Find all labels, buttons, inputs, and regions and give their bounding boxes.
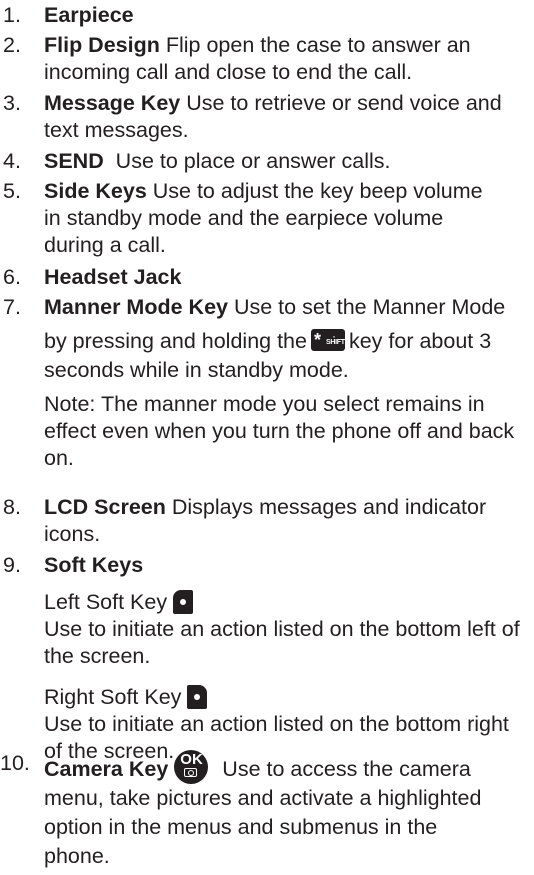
item-title: Flip Design xyxy=(44,33,160,57)
item-title: Manner Mode Key xyxy=(44,295,228,319)
item-number: 1. xyxy=(3,3,21,27)
item-text: phone. xyxy=(44,844,110,868)
item-text: option in the menus and submenus in the xyxy=(44,815,438,839)
item-title: LCD Screen xyxy=(44,495,166,519)
item-title: Camera Key xyxy=(44,757,169,781)
item-title: Soft Keys xyxy=(44,553,144,577)
item-text: Use to access the camera xyxy=(222,757,471,781)
left-soft-key-desc: Use to initiate an action listed on the … xyxy=(44,617,520,668)
ok-camera-key-icon: OK xyxy=(174,750,209,784)
item-text: by pressing and holding the xyxy=(44,329,307,353)
item-title: SEND xyxy=(44,149,104,173)
right-soft-key-label: Right Soft Key xyxy=(44,685,182,709)
item-number: 2. xyxy=(3,33,21,57)
item-title: Headset Jack xyxy=(44,265,182,289)
star-shift-key-icon: * · SHIFT xyxy=(310,329,345,351)
item-number: 8. xyxy=(3,495,21,519)
item-number: 3. xyxy=(3,91,21,115)
item-text: menu, take pictures and activate a highl… xyxy=(44,786,482,810)
item-number: 9. xyxy=(3,553,21,577)
note-text: Note: The manner mode you select remains… xyxy=(44,392,515,470)
left-soft-key-label: Left Soft Key xyxy=(44,590,168,614)
item-number: 5. xyxy=(3,179,21,203)
item-number: 4. xyxy=(3,149,21,173)
item-title: Message Key xyxy=(44,91,181,115)
right-soft-key-icon xyxy=(187,685,208,709)
item-text: Use to place or answer calls. xyxy=(103,149,391,173)
item-text: Use to set the Manner Mode xyxy=(227,295,506,319)
item-title: Side Keys xyxy=(44,179,147,203)
item-title: Earpiece xyxy=(44,3,134,27)
item-number: 6. xyxy=(3,265,21,289)
left-soft-key-icon xyxy=(173,590,194,614)
item-number: 10. xyxy=(0,751,30,775)
item-number: 7. xyxy=(3,295,21,319)
